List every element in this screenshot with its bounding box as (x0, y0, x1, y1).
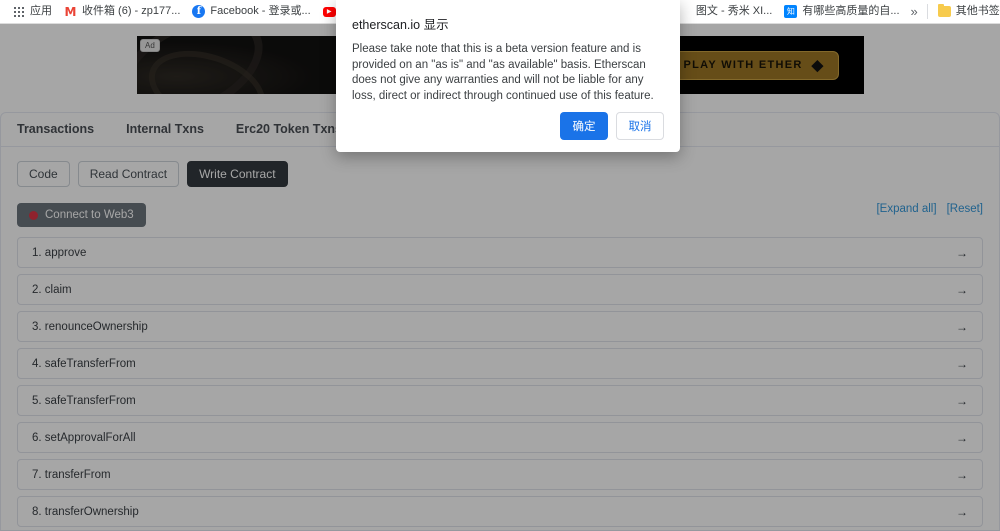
bookmark-label: Facebook - 登录或... (210, 5, 311, 17)
bookmark-apps[interactable]: 应用 (6, 3, 58, 20)
javascript-alert-dialog: etherscan.io 显示 Please take note that th… (336, 0, 680, 152)
youtube-icon: ▶ (322, 5, 336, 18)
folder-icon (937, 4, 951, 18)
bookmark-label: 应用 (30, 5, 52, 17)
facebook-icon: f (192, 5, 206, 18)
dialog-ok-button[interactable]: 确定 (560, 112, 608, 140)
dialog-cancel-button[interactable]: 取消 (616, 112, 664, 140)
other-bookmarks-label: 其他书签 (955, 5, 1000, 17)
bookmark-label: 图文 - 秀米 XI... (695, 5, 773, 17)
dialog-button-row: 确定 取消 (352, 112, 664, 140)
bookmark-facebook[interactable]: f Facebook - 登录或... (186, 3, 316, 20)
bookmark-gmail[interactable]: M 收件箱 (6) - zp177... (58, 3, 186, 20)
bookmark-xiumi[interactable]: 图文 - 秀米 XI... (690, 3, 778, 20)
dialog-title: etherscan.io 显示 (352, 18, 449, 32)
other-bookmarks-folder[interactable]: 其他书签 (932, 3, 1000, 20)
bookmarks-overflow-button[interactable]: » (906, 2, 923, 21)
bookmarks-divider (926, 4, 928, 19)
dialog-message: Please take note that this is a beta ver… (352, 43, 654, 102)
bookmark-label: 收件箱 (6) - zp177... (82, 5, 181, 17)
bookmark-label: 有哪些高质量的自... (802, 5, 900, 17)
bookmark-zhihu[interactable]: 知 有哪些高质量的自... (778, 3, 905, 20)
gmail-icon: M (64, 4, 77, 19)
apps-grid-icon (12, 5, 25, 18)
zhihu-icon: 知 (784, 5, 798, 18)
